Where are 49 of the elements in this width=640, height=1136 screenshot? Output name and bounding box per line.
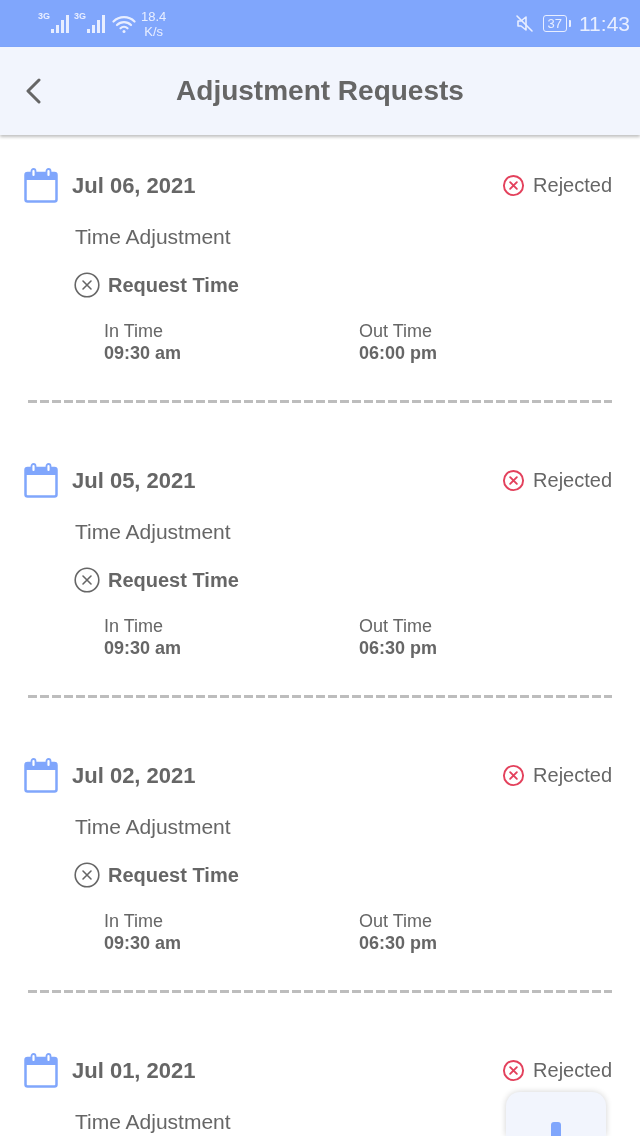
x-circle-icon bbox=[74, 272, 100, 298]
x-circle-icon bbox=[74, 862, 100, 888]
calendar-icon bbox=[24, 463, 58, 498]
status-label: Rejected bbox=[533, 1059, 612, 1082]
time-label: Out Time bbox=[359, 910, 433, 932]
muted-speaker-icon bbox=[514, 14, 534, 33]
page-title: Adjustment Requests bbox=[176, 75, 464, 107]
request-date: Jul 06, 2021 bbox=[72, 172, 196, 199]
calendar-icon bbox=[24, 168, 58, 203]
time-value: 06:00 pm bbox=[359, 342, 438, 364]
signal-icon bbox=[86, 14, 107, 33]
request-type: Time Adjustment bbox=[75, 225, 231, 249]
request-type: Time Adjustment bbox=[75, 815, 231, 839]
x-circle-icon bbox=[502, 1059, 526, 1082]
speed-unit: K/s bbox=[144, 23, 164, 39]
time-label: In Time bbox=[104, 910, 164, 932]
status-label: Rejected bbox=[533, 764, 612, 787]
request-date: Jul 02, 2021 bbox=[72, 762, 196, 789]
time-label: In Time bbox=[104, 320, 164, 342]
time-value: 06:30 pm bbox=[359, 932, 438, 954]
x-circle-icon bbox=[502, 469, 526, 492]
section-title: Request Time bbox=[108, 863, 239, 887]
time-label: Out Time bbox=[359, 615, 433, 637]
status-label: Rejected bbox=[533, 174, 612, 197]
request-type: Time Adjustment bbox=[75, 520, 231, 544]
x-circle-icon bbox=[502, 764, 526, 787]
time-label: Out Time bbox=[359, 320, 433, 342]
request-date: Jul 01, 2021 bbox=[72, 1057, 196, 1084]
plus-icon bbox=[551, 1122, 561, 1136]
time-value: 06:30 pm bbox=[359, 637, 438, 659]
x-circle-icon bbox=[74, 567, 100, 593]
network-type-label: 3G bbox=[38, 10, 50, 21]
request-date: Jul 05, 2021 bbox=[72, 467, 196, 494]
network-type-label: 3G bbox=[74, 10, 87, 21]
clock-time: 11:43 bbox=[579, 11, 630, 36]
calendar-icon bbox=[24, 1053, 58, 1088]
request-type: Time Adjustment bbox=[75, 1110, 231, 1134]
section-title: Request Time bbox=[108, 568, 239, 592]
time-value: 09:30 am bbox=[104, 932, 182, 954]
time-value: 09:30 am bbox=[104, 637, 182, 659]
section-title: Request Time bbox=[108, 273, 239, 297]
time-value: 09:30 am bbox=[104, 342, 182, 364]
x-circle-icon bbox=[502, 174, 526, 197]
network-speed: 18.4 bbox=[141, 8, 167, 24]
wifi-icon bbox=[112, 14, 137, 33]
time-label: In Time bbox=[104, 615, 164, 637]
calendar-icon bbox=[24, 758, 58, 793]
signal-icon bbox=[50, 14, 70, 33]
status-label: Rejected bbox=[533, 469, 612, 492]
